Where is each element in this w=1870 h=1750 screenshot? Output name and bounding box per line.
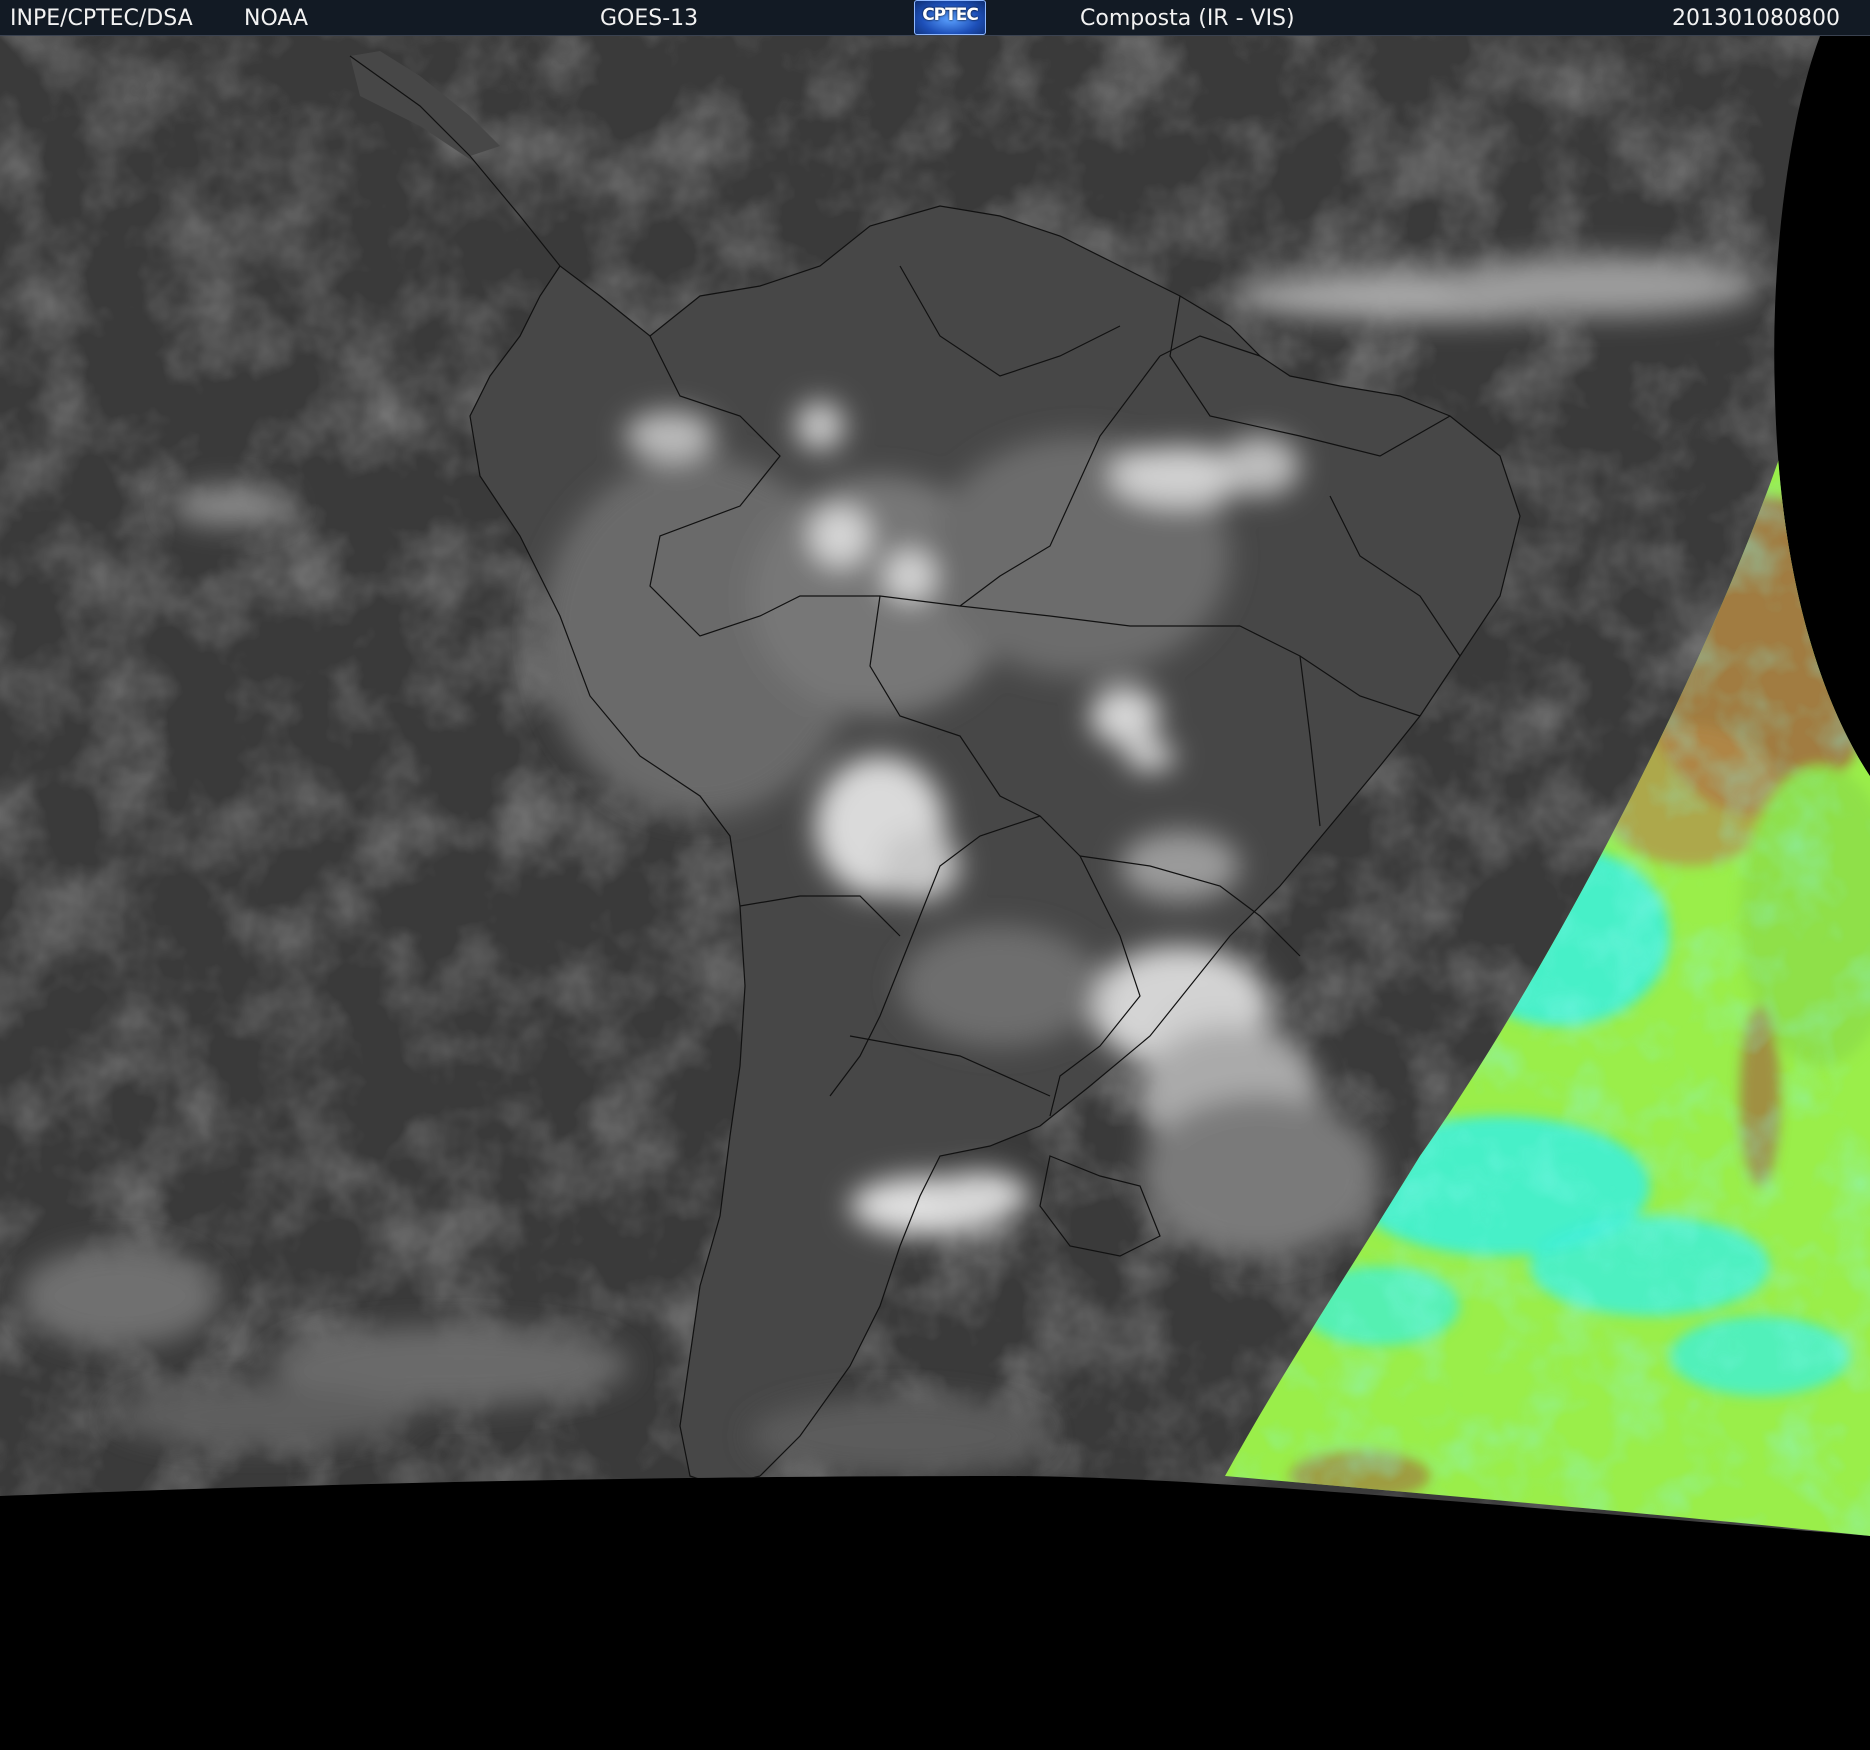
agency-label: NOAA (244, 6, 309, 31)
product-label: Composta (IR - VIS) (1080, 6, 1295, 31)
organization-label: INPE/CPTEC/DSA (10, 6, 193, 31)
ir-earth-disk (0, 36, 1870, 1536)
cptec-logo: CPTEC (914, 0, 986, 35)
satellite-composite-image (0, 36, 1870, 1750)
logo-text: CPTEC (922, 5, 979, 25)
satellite-label: GOES-13 (600, 6, 699, 31)
timestamp-label: 201301080800 (1672, 6, 1840, 31)
image-header: INPE/CPTEC/DSA NOAA GOES-13 CPTEC Compos… (0, 0, 1870, 36)
